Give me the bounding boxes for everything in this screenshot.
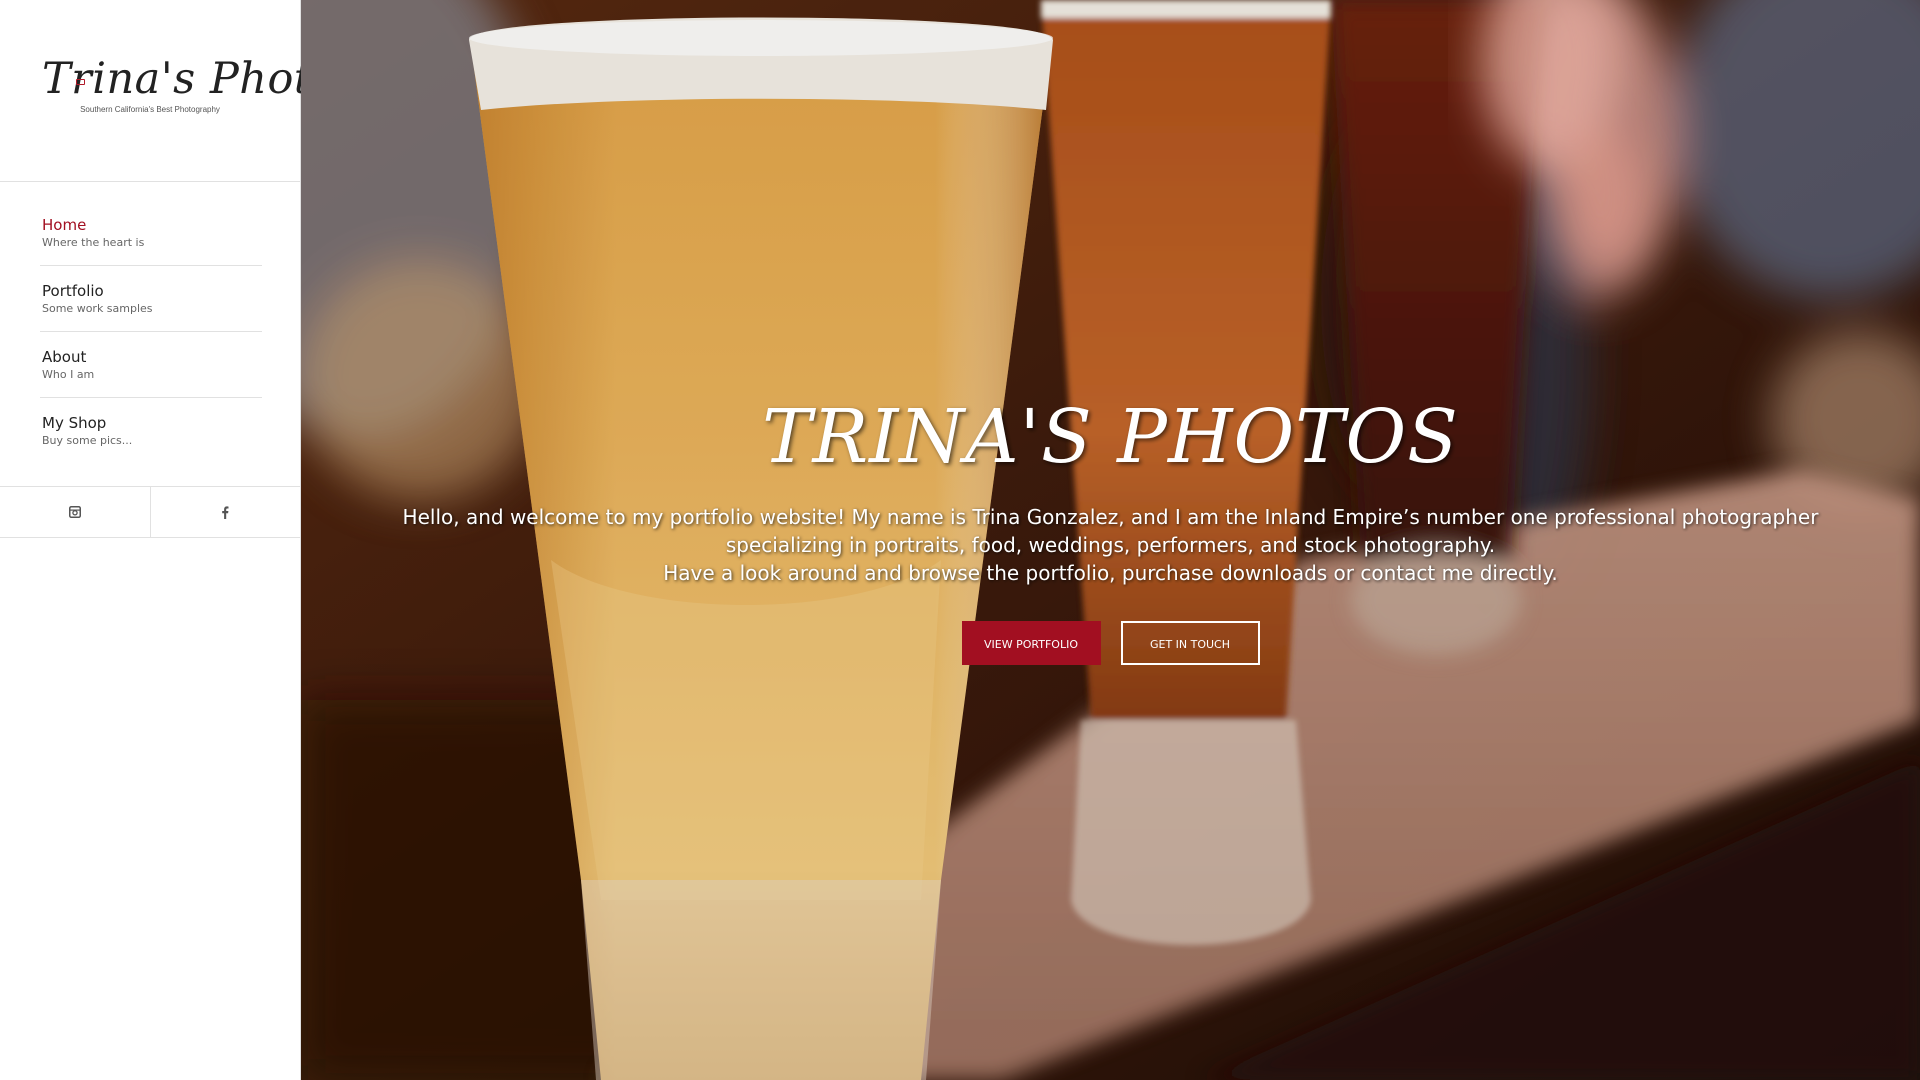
camera-icon (76, 79, 85, 85)
hero-intro-line: specializing in portraits, food, wedding… (725, 533, 1496, 557)
sidebar: Trina's Photos Southern California's Bes… (0, 0, 361, 1080)
hero-intro-line: Hello, and welcome to my portfolio websi… (402, 505, 1819, 529)
get-in-touch-button[interactable]: GET IN TOUCH (1120, 621, 1260, 665)
nav-item-title: My Shop (42, 414, 107, 432)
logo[interactable]: Trina's Photos Southern California's Bes… (0, 0, 361, 182)
instagram-icon (68, 506, 81, 518)
hero-intro: Hello, and welcome to my portfolio websi… (301, 503, 1920, 587)
logo-title: Trina's Photos (42, 54, 361, 104)
hero-title: TRINA'S PHOTOS (762, 394, 1459, 480)
hero-section: TRINA'S PHOTOS Hello, and welcome to my … (301, 0, 1920, 1080)
main-nav: Home Where the heart is Portfolio Some w… (40, 200, 262, 464)
nav-item-subtitle: Who I am (42, 368, 95, 381)
hero-intro-line: Have a look around and browse the portfo… (663, 561, 1558, 585)
view-portfolio-button[interactable]: VIEW PORTFOLIO (961, 621, 1101, 665)
nav-item-subtitle: Buy some pics... (42, 434, 133, 447)
nav-item-home[interactable]: Home Where the heart is (40, 200, 262, 266)
nav-item-title: Home (42, 216, 87, 234)
facebook-link[interactable] (149, 487, 301, 537)
nav-item-portfolio[interactable]: Portfolio Some work samples (40, 266, 262, 332)
social-links (0, 486, 300, 538)
nav-item-my-shop[interactable]: My Shop Buy some pics... (40, 398, 262, 464)
instagram-link[interactable] (0, 487, 150, 537)
logo-tagline: Southern California's Best Photography (80, 105, 220, 114)
nav-item-title: About (42, 348, 87, 366)
nav-item-about[interactable]: About Who I am (40, 332, 262, 398)
nav-item-subtitle: Some work samples (42, 302, 153, 315)
hero-buttons: VIEW PORTFOLIO GET IN TOUCH (301, 621, 1920, 665)
facebook-icon (222, 505, 229, 519)
nav-item-subtitle: Where the heart is (42, 236, 145, 249)
nav-item-title: Portfolio (42, 282, 104, 300)
